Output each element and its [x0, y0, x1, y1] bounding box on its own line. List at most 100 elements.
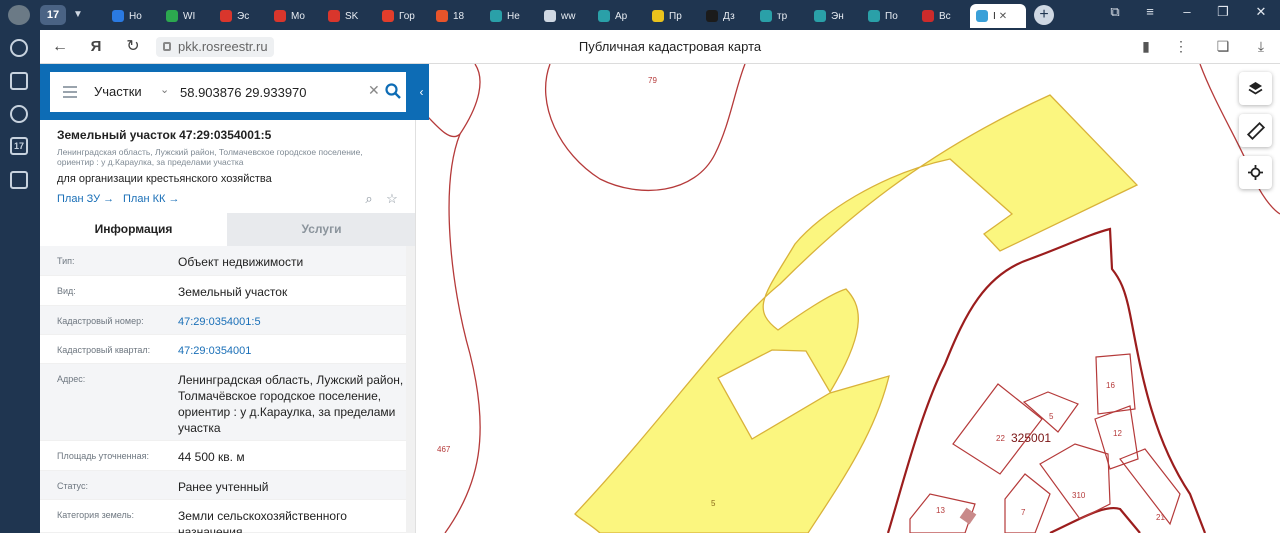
tab-counter-button[interactable]: 17 [40, 5, 66, 25]
clock-icon[interactable] [10, 39, 28, 57]
browser-tab[interactable]: Вс [916, 4, 970, 28]
browser-tab[interactable]: Пр [646, 4, 700, 28]
tab-label: 18 [453, 10, 465, 22]
layers-button[interactable] [1239, 72, 1272, 105]
tab-favicon-icon [166, 10, 178, 22]
tab-favicon-icon [868, 10, 880, 22]
info-row-label: Кадастровый квартал: [57, 345, 151, 355]
ruler-icon [1246, 121, 1266, 141]
browser-tab[interactable]: По [862, 4, 916, 28]
info-row-label: Вид: [57, 286, 76, 296]
window-tabs-icon[interactable]: ⧉ [1104, 4, 1126, 20]
quarter-number-label: 325001 [1011, 431, 1051, 445]
tab-label: WI [183, 10, 196, 22]
search-icon[interactable] [384, 82, 402, 100]
info-row-value: Ранее учтенный [178, 480, 269, 494]
parcel-boundary [952, 383, 1043, 475]
info-row: Категория земель: Земли сельскохозяйствен… [40, 500, 406, 533]
browser-tab[interactable]: Не [484, 4, 538, 28]
restore-button[interactable]: ❐ [1212, 4, 1234, 20]
parcel-boundary [444, 133, 481, 533]
search-input[interactable] [180, 80, 355, 104]
play-icon[interactable] [10, 105, 28, 123]
info-row: Вид: Земельный участок [40, 276, 406, 306]
browser-tab[interactable]: SK [322, 4, 376, 28]
map-label: 310 [1072, 491, 1086, 500]
map-label: 13 [936, 506, 945, 515]
browser-tab[interactable]: ww [538, 4, 592, 28]
star-icon[interactable]: ☆ [385, 192, 399, 206]
object-title: Земельный участок 47:29:0354001:5 [57, 128, 272, 142]
tab-favicon-icon [814, 10, 826, 22]
yandex-logo-icon[interactable]: Я [86, 37, 106, 57]
info-row-link[interactable]: 47:29:0354001 [178, 343, 404, 359]
reload-button[interactable]: ↻ [123, 37, 143, 57]
search-document-icon[interactable]: ⌕ [362, 192, 376, 206]
plan-kk-link[interactable]: План КК → [123, 193, 179, 205]
tab-label: Ар [615, 10, 628, 22]
more-icon[interactable]: ⋮ [1171, 38, 1191, 55]
info-row-value: Объект недвижимости [178, 255, 304, 269]
minimize-button[interactable]: – [1176, 4, 1198, 19]
tab-label: тр [777, 10, 788, 22]
tab-information[interactable]: Информация [40, 213, 227, 246]
browser-tab[interactable]: Эн [808, 4, 862, 28]
browser-tab[interactable]: Ар [592, 4, 646, 28]
tab-label: ww [561, 10, 576, 22]
info-table: Тип: Объект недвижимости Вид: Земельный уча… [40, 246, 406, 533]
tab-favicon-icon [976, 10, 988, 22]
notes-icon[interactable] [10, 72, 28, 90]
close-tab-icon[interactable]: ✕ [999, 11, 1007, 22]
url-field[interactable]: pkk.rosreestr.ru [156, 37, 274, 57]
browser-tab-strip: 17 ▼ Но WI Эс Mo SK Гор 18 Не ww Ар Пр Дз тр Эн По Вс I ✕… [0, 0, 1280, 30]
collapse-panel-icon[interactable]: ‹ [414, 72, 429, 112]
building-marker [959, 507, 977, 525]
profile-avatar[interactable] [8, 5, 30, 25]
search-type-select[interactable]: Участки [94, 84, 142, 99]
browser-tab[interactable]: Mo [268, 4, 322, 28]
new-tab-button[interactable]: + [1034, 5, 1054, 25]
info-row: Кадастровый номер: 47:29:0354001:5 [40, 306, 406, 335]
tab-favicon-icon [706, 10, 718, 22]
browser-tab[interactable]: Эс [214, 4, 268, 28]
tab-label: По [885, 10, 898, 22]
reader-icon[interactable]: ❏ [1213, 38, 1233, 55]
menu-icon[interactable]: ≡ [1139, 4, 1161, 19]
clear-icon[interactable]: ✕ [368, 82, 380, 99]
chevron-down-icon[interactable]: ▼ [68, 5, 88, 25]
download-icon[interactable]: ⤓ [1251, 38, 1271, 55]
info-row: Адрес: Ленинградская область, Лужский рай… [40, 364, 406, 441]
browser-tab[interactable]: тр [754, 4, 808, 28]
map-label: 5 [1049, 412, 1054, 421]
info-row-link[interactable]: 47:29:0354001:5 [178, 314, 404, 330]
back-button[interactable]: ← [50, 37, 70, 57]
ruler-button[interactable] [1239, 114, 1272, 147]
crosshair-icon [1248, 165, 1263, 180]
tab-favicon-icon [328, 10, 340, 22]
calendar-icon[interactable]: 17 [10, 137, 28, 155]
chevron-down-icon[interactable]: ⌄ [160, 83, 169, 96]
menu-icon[interactable] [63, 86, 77, 98]
tab-favicon-icon [490, 10, 502, 22]
browser-tab[interactable]: Гор [376, 4, 430, 28]
plan-zu-link[interactable]: План ЗУ → [57, 193, 114, 205]
locate-button[interactable] [1239, 156, 1272, 189]
browser-tab[interactable]: 18 [430, 4, 484, 28]
info-row: Кадастровый квартал: 47:29:0354001 [40, 335, 406, 364]
tab-label: Вс [939, 10, 951, 22]
browser-tab[interactable]: Но [106, 4, 160, 28]
browser-tab[interactable]: Дз [700, 4, 754, 28]
parcel-boundary [1039, 443, 1111, 520]
browser-tab[interactable]: WI [160, 4, 214, 28]
browser-tab[interactable]: I ✕ [970, 4, 1026, 28]
bookmark-icon[interactable]: ▮ [1136, 38, 1156, 55]
panel-scrollbar[interactable] [406, 246, 415, 533]
tab-label: Не [507, 10, 520, 22]
close-window-button[interactable]: ✕ [1250, 4, 1272, 20]
tab-favicon-icon [598, 10, 610, 22]
quarter-boundary [886, 227, 1207, 533]
tab-services[interactable]: Услуги [227, 213, 415, 246]
tab-favicon-icon [220, 10, 232, 22]
info-row-label: Адрес: [57, 374, 86, 384]
media-icon[interactable] [10, 171, 28, 189]
